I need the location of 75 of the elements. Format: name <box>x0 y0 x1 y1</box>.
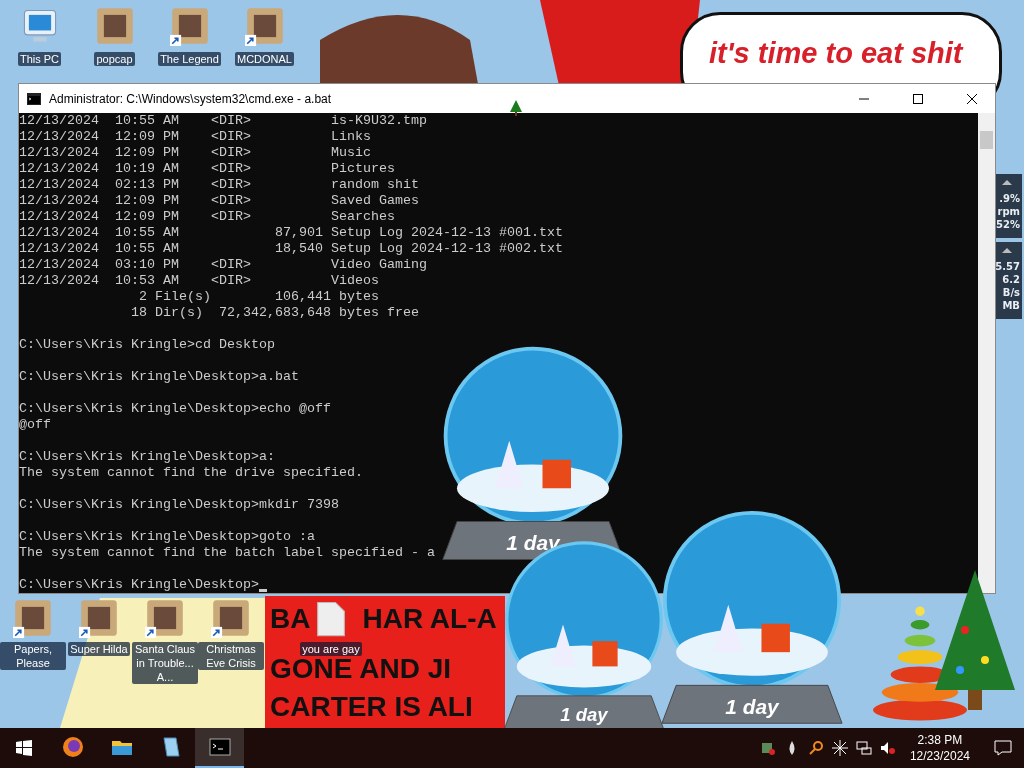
monitor-value: 52% <box>996 219 1020 230</box>
scrollbar[interactable] <box>978 113 995 593</box>
banner-text: GONE AND JI <box>270 654 451 684</box>
text-cursor <box>258 589 267 592</box>
banner-text: HAR AL-A <box>362 604 497 634</box>
clock[interactable]: 2:38 PM 12/23/2024 <box>903 732 976 764</box>
speech-text: it's time to eat shit <box>709 37 963 69</box>
close-icon <box>967 93 977 104</box>
volume-muted-icon[interactable] <box>879 740 896 756</box>
terminal-icon <box>207 735 232 759</box>
snowflake-icon[interactable] <box>831 740 848 756</box>
icon-label[interactable]: Christmas Eve Crisis <box>198 642 264 670</box>
clock-time: 2:38 PM <box>917 732 963 748</box>
monitor-value: MB <box>1002 300 1020 311</box>
tray-app-icon[interactable] <box>759 740 776 756</box>
console-line: 12/13/2024 02:13 PM <DIR> random shit <box>19 177 419 193</box>
console-line: C:\Users\Kris Kringle\Desktop>mkdir 7398 <box>19 497 339 513</box>
search-icon[interactable] <box>807 740 824 756</box>
console-line: The system cannot find the batch label specified - a <box>19 545 435 561</box>
caret-icon[interactable] <box>1002 248 1012 253</box>
app-icon[interactable] <box>211 598 251 638</box>
console-line: 12/13/2024 12:09 PM <DIR> Links <box>19 129 371 145</box>
console-line: 12/13/2024 12:09 PM <DIR> Music <box>19 145 371 161</box>
network-icon[interactable] <box>855 740 872 756</box>
console-line: C:\Users\Kris Kringle\Desktop> <box>19 577 259 593</box>
taskbar-app[interactable] <box>195 728 244 768</box>
maximize-icon <box>913 93 923 104</box>
icon-label[interactable]: Papers, Please <box>0 642 66 670</box>
console-line: 12/13/2024 12:09 PM <DIR> Searches <box>19 209 395 225</box>
console-line: 12/13/2024 10:53 AM <DIR> Videos <box>19 273 379 289</box>
icon-label[interactable]: you are gay <box>300 642 362 656</box>
console-line: 12/13/2024 03:10 PM <DIR> Video Gaming <box>19 257 427 273</box>
monitor-value: 5.57 <box>995 261 1020 272</box>
monitor-value: .9% <box>999 193 1020 204</box>
app-icon[interactable] <box>145 598 185 638</box>
icon-label[interactable]: popcap <box>94 52 135 66</box>
icon-label[interactable]: MCDONAL <box>235 52 294 66</box>
window-title: Administrator: C:\Windows\system32\cmd.exe - a.bat <box>49 91 333 106</box>
notification-icon[interactable] <box>994 740 1012 756</box>
tree-icon <box>509 100 523 116</box>
console-line: 18 Dir(s) 72,342,683,648 bytes free <box>129 305 419 321</box>
caret-icon[interactable] <box>1002 180 1012 185</box>
banner-text: CARTER IS ALI <box>270 692 473 722</box>
console-line: C:\Users\Kris Kringle\Desktop>goto :a <box>19 529 315 545</box>
icon-label[interactable]: Super Hilda <box>68 642 130 656</box>
app-icon[interactable] <box>13 598 53 638</box>
console-line: The system cannot find the drive specified. <box>19 465 363 481</box>
icon-label[interactable]: This PC <box>17 52 62 66</box>
app-icon[interactable] <box>169 6 210 46</box>
console-line: 12/13/2024 10:55 AM 18,540 Setup Log 2024-12-13 #002.txt <box>19 241 563 257</box>
app-icon[interactable] <box>94 6 135 46</box>
console-line: C:\Users\Kris Kringle\Desktop>a.bat <box>19 369 299 385</box>
icon-label[interactable]: The Legend <box>158 52 221 66</box>
monitor-value: 6.2 <box>1002 274 1020 285</box>
clock-date: 12/23/2024 <box>909 748 970 764</box>
globe-label: 1 day <box>560 704 608 725</box>
console-line: 12/13/2024 10:19 AM <DIR> Pictures <box>19 161 395 177</box>
console-icon <box>27 92 41 105</box>
console-line: 2 File(s) 106,441 bytes <box>137 289 379 305</box>
monitor-value: rpm <box>997 206 1020 217</box>
console-line: C:\Users\Kris Kringle\Desktop>echo @off <box>19 401 331 417</box>
console-line: @off <box>19 417 51 433</box>
globe-label: 1 day <box>725 694 779 718</box>
icon-label[interactable]: Santa Claus in Trouble... A... <box>132 642 198 684</box>
monitor-value: B/s <box>1002 287 1020 298</box>
console-line: 12/13/2024 10:55 AM <DIR> is-K9U32.tmp <box>19 113 427 129</box>
console-line: C:\Users\Kris Kringle\Desktop>a: <box>19 449 275 465</box>
firefox-icon <box>60 735 85 759</box>
console-line: C:\Users\Kris Kringle>cd Desktop <box>19 337 275 353</box>
console-line: 12/13/2024 10:55 AM 87,901 Setup Log 2024-12-13 #001.txt <box>19 225 563 241</box>
app-icon[interactable] <box>79 598 119 638</box>
windows-logo-icon <box>16 740 32 756</box>
app-icon[interactable] <box>244 6 285 46</box>
banner-text: BA <box>270 604 311 634</box>
console-line: 12/13/2024 12:09 PM <DIR> Saved Games <box>19 193 419 209</box>
